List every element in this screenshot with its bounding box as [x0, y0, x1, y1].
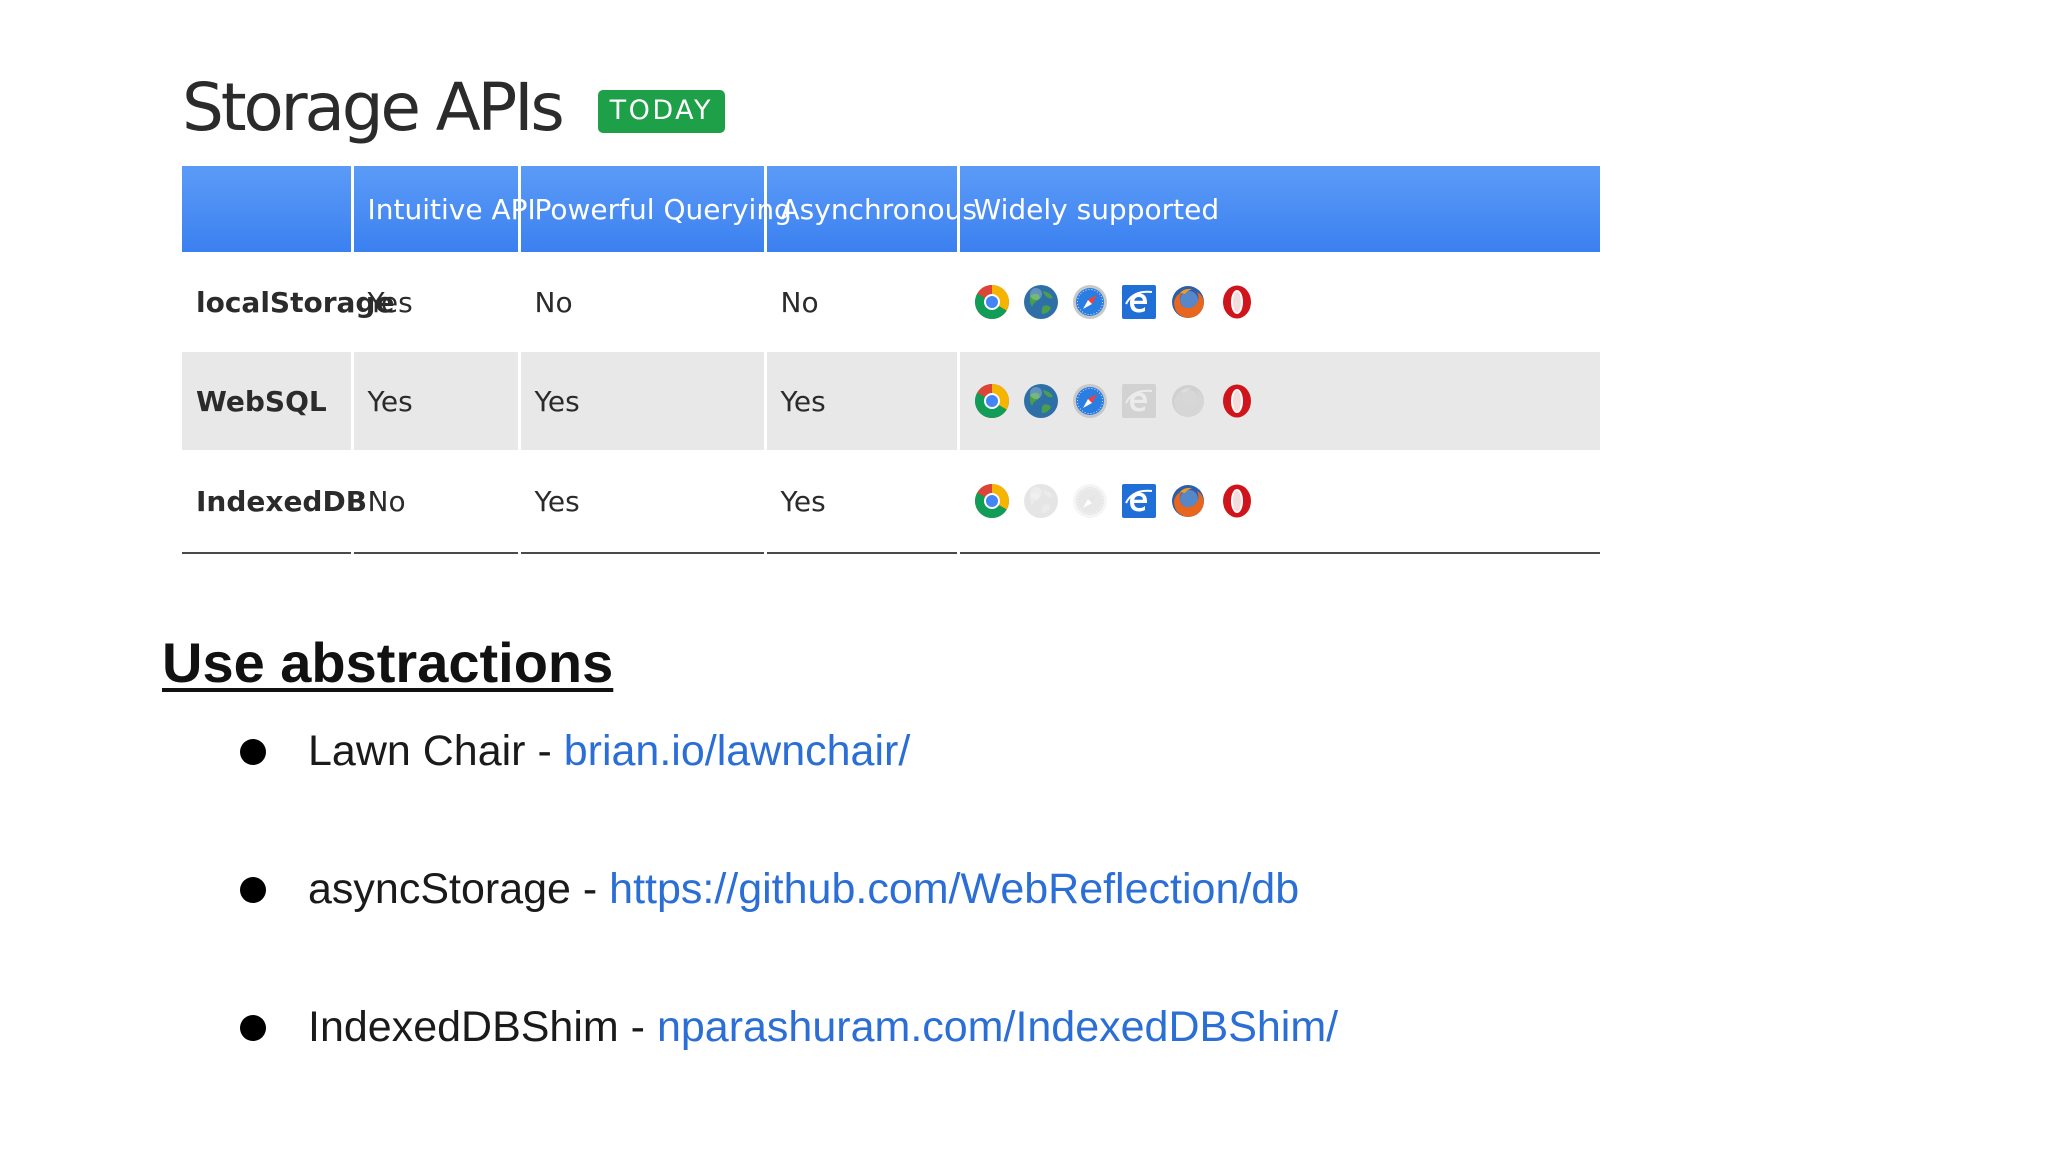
cell-intuitive-api: Yes [350, 352, 519, 450]
title-row: Storage APIs TODAY [182, 60, 726, 155]
header-asynchronous: Asynchronous [763, 166, 977, 252]
bullet-icon [240, 877, 266, 903]
abstractions-list: Lawn Chair - brian.io/lawnchair/ asyncSt… [240, 727, 1338, 1141]
header-intuitive-api: Intuitive API [350, 166, 536, 252]
webkit-icon [1023, 483, 1059, 519]
browser-icons [974, 284, 1601, 320]
slide: Storage APIs TODAY Intuitive API Powerfu… [0, 0, 2048, 1153]
page-title: Storage APIs [182, 68, 565, 146]
header-widely-supported: Widely supported [956, 166, 1600, 252]
row-name: WebSQL [182, 352, 352, 450]
header-powerful-querying: Powerful Querying [517, 166, 792, 252]
storage-comparison-table: Intuitive API Powerful Querying Asynchro… [182, 166, 1600, 554]
opera-icon [1219, 284, 1255, 320]
row-name: localStorage [196, 285, 395, 319]
asyncstorage-link[interactable]: https://github.com/WebReflection/db [609, 865, 1299, 913]
library-name: asyncStorage [308, 865, 571, 913]
bullet-icon [240, 1015, 266, 1041]
safari-icon [1072, 284, 1108, 320]
opera-icon [1219, 483, 1255, 519]
safari-icon [1072, 483, 1108, 519]
opera-icon [1219, 383, 1255, 419]
chrome-icon [974, 483, 1010, 519]
separator: - [570, 865, 610, 913]
library-name: Lawn Chair [308, 727, 526, 775]
bullet-icon [240, 739, 266, 765]
firefox-icon [1170, 483, 1206, 519]
cell-widely-supported [956, 352, 1601, 450]
browser-icons [974, 483, 1601, 519]
table-row: IndexedDB No Yes Yes [182, 450, 1600, 553]
cell-widely-supported [956, 450, 1601, 553]
ie-icon [1121, 383, 1157, 419]
list-item: asyncStorage - https://github.com/WebRef… [240, 865, 1338, 1003]
library-name: IndexedDBShim [308, 1003, 619, 1051]
cell-intuitive-api: Yes [350, 252, 519, 352]
table-row: WebSQL Yes Yes Yes [182, 352, 1600, 450]
firefox-icon [1170, 383, 1206, 419]
section-title: Use abstractions [162, 631, 614, 694]
lawnchair-link[interactable]: brian.io/lawnchair/ [564, 727, 911, 775]
cell-powerful-querying: Yes [517, 450, 765, 553]
ie-icon [1121, 284, 1157, 320]
chrome-icon [974, 284, 1010, 320]
header-empty [182, 166, 352, 252]
cell-powerful-querying: Yes [517, 352, 765, 450]
separator: - [618, 1003, 657, 1051]
firefox-icon [1170, 284, 1206, 320]
cell-intuitive-api: No [350, 450, 519, 553]
table-header-row: Intuitive API Powerful Querying Asynchro… [182, 166, 1600, 252]
browser-icons [974, 383, 1601, 419]
table-row: localStorage Yes No No [182, 252, 1600, 352]
cell-asynchronous: Yes [763, 352, 958, 450]
webkit-icon [1023, 284, 1059, 320]
chrome-icon [974, 383, 1010, 419]
safari-icon [1072, 383, 1108, 419]
cell-powerful-querying: No [517, 252, 765, 352]
cell-asynchronous: Yes [763, 450, 958, 553]
ie-icon [1121, 483, 1157, 519]
cell-widely-supported [956, 252, 1601, 352]
list-item: Lawn Chair - brian.io/lawnchair/ [240, 727, 1338, 865]
today-badge: TODAY [597, 89, 726, 134]
list-item: IndexedDBShim - nparashuram.com/IndexedD… [240, 1003, 1338, 1141]
row-name: IndexedDB [196, 484, 368, 518]
indexeddbshim-link[interactable]: nparashuram.com/IndexedDBShim/ [657, 1003, 1338, 1051]
webkit-icon [1023, 383, 1059, 419]
separator: - [525, 727, 564, 775]
cell-asynchronous: No [763, 252, 958, 352]
